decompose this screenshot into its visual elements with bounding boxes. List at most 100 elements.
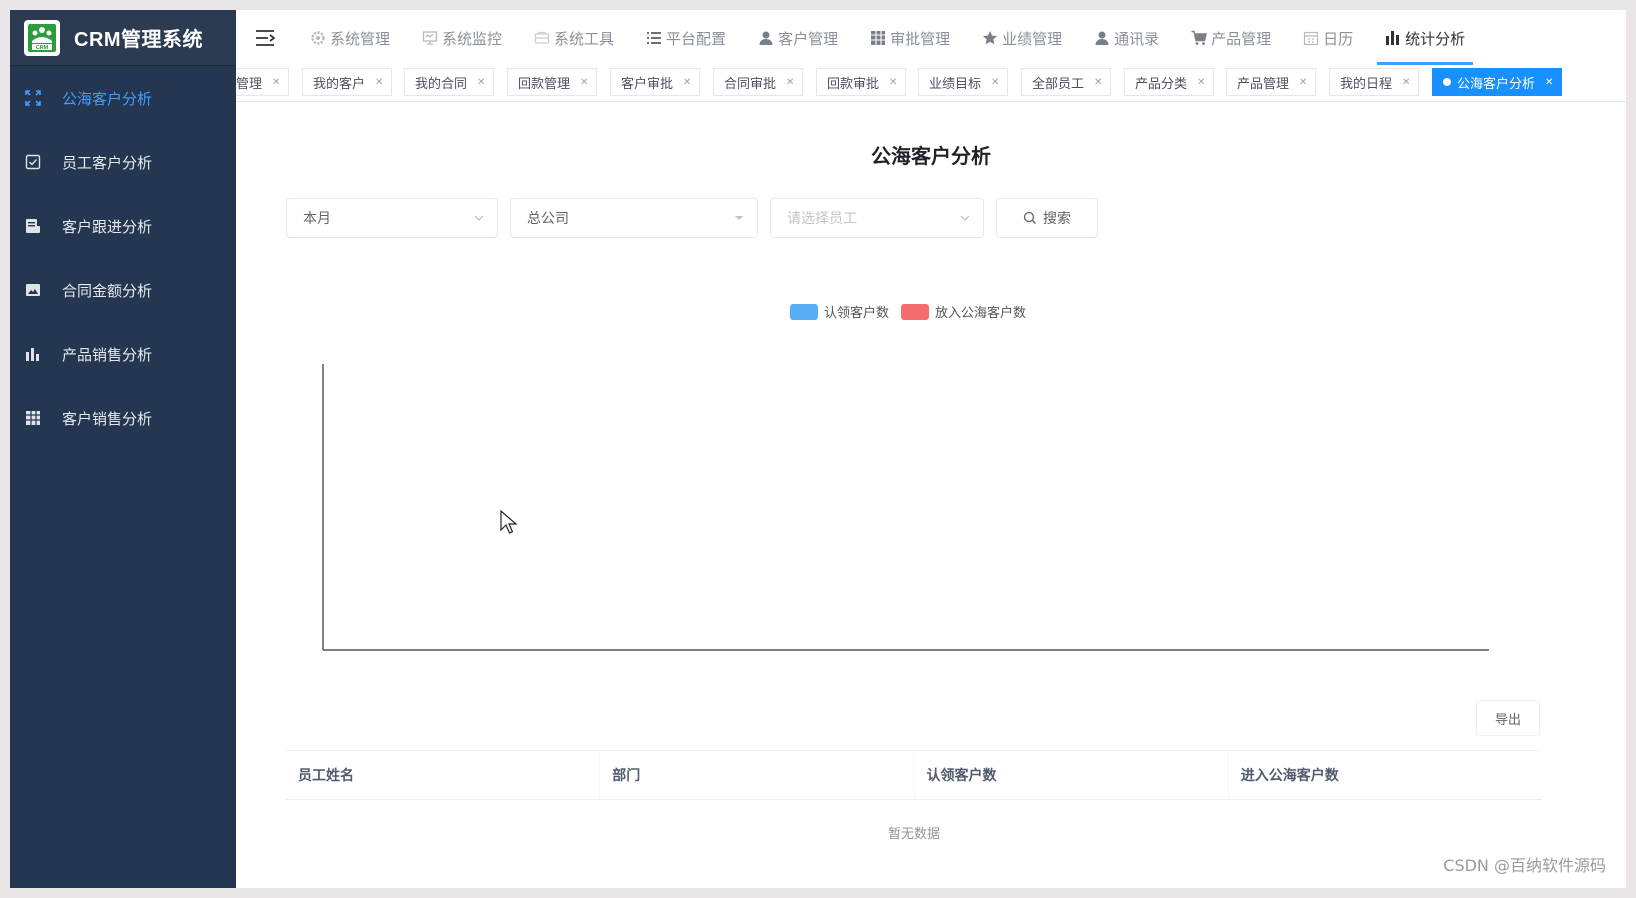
nav-label: 客户管理 xyxy=(778,29,839,48)
tag-customer-approval[interactable]: 客户审批 ✕ xyxy=(610,68,701,96)
nav-label: 系统监控 xyxy=(442,29,503,48)
document-icon xyxy=(24,217,42,235)
close-icon[interactable]: ✕ xyxy=(786,77,794,88)
sidebar-item-label: 合同金额分析 xyxy=(62,281,153,300)
page-title: 公海客户分析 xyxy=(871,144,991,168)
nav-statistics-analysis[interactable]: 统计分析 xyxy=(1369,10,1481,66)
nav-system-tools[interactable]: 系统工具 xyxy=(518,10,630,66)
chevron-down-icon xyxy=(960,215,970,221)
search-button[interactable]: 搜索 xyxy=(996,198,1098,238)
gear-icon xyxy=(310,30,326,46)
close-icon[interactable]: ✕ xyxy=(272,77,280,88)
logo-bar: CRM CRM管理系统 xyxy=(10,10,236,66)
nav-performance-management[interactable]: 业绩管理 xyxy=(966,10,1078,66)
close-icon[interactable]: ✕ xyxy=(1094,77,1102,88)
tag-my-customers[interactable]: 我的客户 ✕ xyxy=(302,68,393,96)
analysis-table: 员工姓名 部门 认领客户数 进入公海客户数 暂无数据 xyxy=(286,750,1542,864)
sidebar-item-public-customer-analysis[interactable]: 公海客户分析 xyxy=(10,66,236,130)
nav-label: 产品管理 xyxy=(1211,29,1272,48)
employee-select-placeholder: 请选择员工 xyxy=(787,211,857,227)
close-icon[interactable]: ✕ xyxy=(889,77,897,88)
tag-payment-management[interactable]: 回款管理 ✕ xyxy=(507,68,598,96)
monitor-icon xyxy=(422,30,438,46)
sidebar-item-customer-followup-analysis[interactable]: 客户跟进分析 xyxy=(10,194,236,258)
nav-contacts[interactable]: 通讯录 xyxy=(1078,10,1175,66)
export-button[interactable]: 导出 xyxy=(1476,700,1540,736)
close-icon[interactable]: ✕ xyxy=(1197,77,1205,88)
close-icon[interactable]: ✕ xyxy=(375,77,383,88)
close-icon[interactable]: ✕ xyxy=(1402,77,1410,88)
close-icon[interactable]: ✕ xyxy=(1545,77,1553,88)
nav-label: 系统管理 xyxy=(330,29,391,48)
tag-all-employees[interactable]: 全部员工 ✕ xyxy=(1021,68,1112,96)
legend-item-released[interactable]: 放入公海客户数 xyxy=(901,302,1026,321)
tag-payment-approval[interactable]: 回款审批 ✕ xyxy=(816,68,907,96)
sidebar-item-product-sales-analysis[interactable]: 产品销售分析 xyxy=(10,322,236,386)
main-content: 公海客户分析 本月 总公司 请选择员工 搜索 认领客户数 放入公海客户数 导出 … xyxy=(236,102,1626,888)
tag-label: 业绩目标 xyxy=(929,76,982,92)
nav-system-management[interactable]: 系统管理 xyxy=(294,10,406,66)
employee-select[interactable]: 请选择员工 xyxy=(770,198,984,238)
sidebar-item-employee-customer-analysis[interactable]: 员工客户分析 xyxy=(10,130,236,194)
close-icon[interactable]: ✕ xyxy=(683,77,691,88)
nav-platform-config[interactable]: 平台配置 xyxy=(630,10,742,66)
close-icon[interactable]: ✕ xyxy=(1299,77,1307,88)
bar-chart xyxy=(322,364,1489,651)
sidebar-item-contract-amount-analysis[interactable]: 合同金额分析 xyxy=(10,258,236,322)
tag-label: 回款审批 xyxy=(827,76,880,92)
close-icon[interactable]: ✕ xyxy=(991,77,999,88)
nav-approval-management[interactable]: 审批管理 xyxy=(854,10,966,66)
column-header-public-count: 进入公海客户数 xyxy=(1240,768,1339,784)
top-nav: 系统管理 系统监控 系统工具 平台配置 客户管理 审批管理 业绩管理 通讯录 产… xyxy=(236,10,1626,66)
legend-label: 放入公海客户数 xyxy=(935,306,1027,321)
menu-toggle-button[interactable] xyxy=(236,29,294,47)
sidebar-item-label: 产品销售分析 xyxy=(62,345,153,364)
tag-public-customer-analysis[interactable]: 公海客户分析 ✕ xyxy=(1432,68,1563,96)
chart-legend: 认领客户数 放入公海客户数 xyxy=(790,302,1038,321)
tag-label: 管理 xyxy=(236,76,263,92)
nav-system-monitor[interactable]: 系统监控 xyxy=(406,10,518,66)
app-title: CRM管理系统 xyxy=(74,29,204,51)
legend-swatch-claimed xyxy=(790,303,818,320)
tag-label: 产品管理 xyxy=(1237,76,1290,92)
tag-label: 我的客户 xyxy=(313,76,366,92)
nav-calendar[interactable]: 日历 xyxy=(1287,10,1369,66)
tag-product-category[interactable]: 产品分类 ✕ xyxy=(1124,68,1215,96)
tag-performance-target[interactable]: 业绩目标 ✕ xyxy=(918,68,1009,96)
table-icon xyxy=(24,409,42,427)
tag-label: 客户审批 xyxy=(621,76,674,92)
tag-contract-approval[interactable]: 合同审批 ✕ xyxy=(713,68,804,96)
watermark: CSDN @百纳软件源码 xyxy=(1443,856,1606,875)
active-dot-icon xyxy=(1443,78,1451,86)
sidebar-item-label: 公海客户分析 xyxy=(62,89,153,108)
tool-icon xyxy=(534,30,550,46)
nav-customer-management[interactable]: 客户管理 xyxy=(742,10,854,66)
period-select[interactable]: 本月 xyxy=(286,198,498,238)
tag-label: 我的合同 xyxy=(415,76,468,92)
search-icon xyxy=(1023,211,1036,224)
user-icon xyxy=(1094,30,1110,46)
grid-icon xyxy=(870,30,886,46)
nav-label: 统计分析 xyxy=(1405,29,1466,48)
hamburger-icon xyxy=(256,30,275,46)
tag-management[interactable]: 管理 ✕ xyxy=(236,68,290,96)
tag-my-schedule[interactable]: 我的日程 ✕ xyxy=(1329,68,1420,96)
tag-label: 产品分类 xyxy=(1135,76,1188,92)
tag-my-contracts[interactable]: 我的合同 ✕ xyxy=(404,68,495,96)
column-header-employee-name: 员工姓名 xyxy=(286,751,601,799)
company-select[interactable]: 总公司 xyxy=(510,198,758,238)
tags-view-bar: 管理 ✕ 我的客户 ✕ 我的合同 ✕ 回款管理 ✕ 客户审批 ✕ 合同审批 ✕ 回款审批 ✕ … xyxy=(236,68,1626,102)
legend-item-claimed[interactable]: 认领客户数 xyxy=(790,302,889,321)
tag-product-management[interactable]: 产品管理 ✕ xyxy=(1226,68,1317,96)
close-icon[interactable]: ✕ xyxy=(580,77,588,88)
column-header-department: 部门 xyxy=(600,751,915,799)
calendar-icon xyxy=(1303,30,1319,46)
table-empty-text: 暂无数据 xyxy=(887,826,940,842)
close-icon[interactable]: ✕ xyxy=(477,77,485,88)
sidebar-item-label: 客户跟进分析 xyxy=(62,217,153,236)
sidebar-item-customer-sales-analysis[interactable]: 客户销售分析 xyxy=(10,386,236,450)
nav-product-management[interactable]: 产品管理 xyxy=(1175,10,1287,66)
search-button-label: 搜索 xyxy=(1043,211,1071,227)
sidebar: CRM CRM管理系统 公海客户分析 员工客户分析 客户跟进分析 合同金额分析 … xyxy=(10,10,236,888)
caret-down-icon xyxy=(735,216,743,220)
